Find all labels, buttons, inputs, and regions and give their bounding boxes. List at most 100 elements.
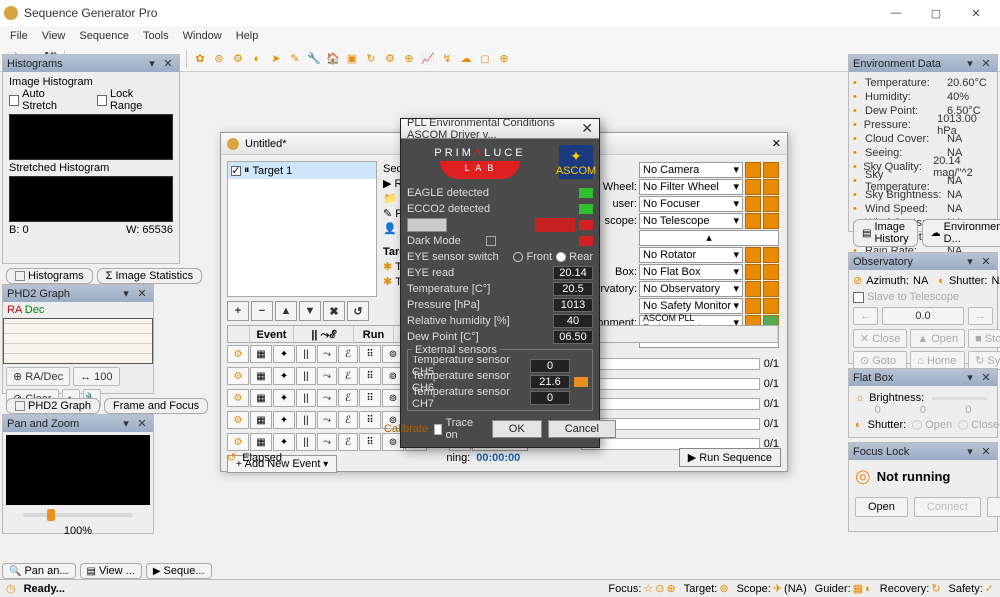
event-tool-button[interactable]: ✦	[273, 367, 295, 385]
wheel-connect-button[interactable]	[763, 179, 779, 195]
panel-pin-icon[interactable]: ▾	[963, 371, 977, 385]
toolbar-icon[interactable]: ➤	[267, 50, 285, 68]
event-tool-button[interactable]: ▦	[250, 345, 272, 363]
tab-frame-focus[interactable]: Frame and Focus	[104, 398, 208, 414]
panel-close-icon[interactable]: ✕	[979, 57, 993, 71]
event-gear-icon[interactable]: ⚙	[227, 411, 249, 429]
wheel-settings-button[interactable]	[745, 179, 761, 195]
toolbar-icon[interactable]: ☁	[457, 50, 475, 68]
trace-checkbox[interactable]: Trace on	[434, 417, 476, 441]
maximize-button[interactable]: ▢	[916, 1, 956, 25]
panel-close-icon[interactable]: ✕	[135, 417, 149, 431]
panel-close-icon[interactable]: ✕	[135, 287, 149, 301]
menu-help[interactable]: Help	[236, 26, 259, 46]
focus-open-button[interactable]: Open	[855, 497, 908, 517]
safety-select[interactable]: No Safety Monitor▾	[639, 298, 743, 314]
brightness-slider[interactable]	[932, 397, 987, 400]
toolbar-icon[interactable]: ✿	[191, 50, 209, 68]
camera-connect-button[interactable]	[763, 162, 779, 178]
target-row[interactable]: ✓⏸Target 1	[228, 162, 376, 179]
observatory-select[interactable]: No Observatory▾	[639, 281, 743, 297]
flatbox-select[interactable]: No Flat Box▾	[639, 264, 743, 280]
panel-close-icon[interactable]: ✕	[979, 445, 993, 459]
panel-pin-icon[interactable]: ▾	[119, 287, 133, 301]
delete-target-button[interactable]: ✖	[323, 301, 345, 321]
panel-pin-icon[interactable]: ▾	[963, 255, 977, 269]
panel-pin-icon[interactable]: ▾	[119, 417, 133, 431]
obs-stop-button[interactable]: ■ Stop	[968, 329, 1000, 348]
tab-seque[interactable]: ▶ Seque...	[146, 563, 212, 579]
event-tool-button[interactable]: ✦	[273, 411, 295, 429]
toolbar-icon[interactable]: ⊕	[495, 50, 513, 68]
calibrate-button[interactable]: Calibrate	[384, 423, 428, 435]
panel-pin-icon[interactable]: ▾	[963, 57, 977, 71]
panel-pin-icon[interactable]: ▾	[145, 57, 159, 71]
toolbar-icon[interactable]: 📈	[419, 50, 437, 68]
menu-sequence[interactable]: Sequence	[79, 26, 129, 46]
lock-range-checkbox[interactable]: Lock Range	[97, 88, 163, 112]
slave-checkbox[interactable]: Slave to Telescope	[853, 291, 959, 303]
seq-expand-button[interactable]: ▴	[639, 230, 779, 246]
flatbox-settings-button[interactable]	[745, 264, 761, 280]
focuser-select[interactable]: No Focuser▾	[639, 196, 743, 212]
dark-mode-checkbox[interactable]	[486, 236, 496, 246]
toolbar-icon[interactable]: ⊕	[400, 50, 418, 68]
ok-button[interactable]: OK	[492, 420, 542, 438]
reset-icon[interactable]: ↺	[227, 451, 236, 464]
scope-connect-button[interactable]	[763, 213, 779, 229]
run-sequence-button[interactable]: ▶ Run Sequence	[679, 448, 781, 467]
panel-pin-icon[interactable]: ▾	[963, 445, 977, 459]
tab-pan[interactable]: 🔍 Pan an...	[2, 563, 76, 579]
flatbox-connect-button[interactable]	[763, 264, 779, 280]
rotator-settings-button[interactable]	[745, 247, 761, 263]
event-tool-button[interactable]: ▦	[250, 411, 272, 429]
down-target-button[interactable]: ▼	[299, 301, 321, 321]
reset-target-button[interactable]: ↺	[347, 301, 369, 321]
tab-environment[interactable]: ☁ Environment D...	[922, 219, 1000, 247]
menu-tools[interactable]: Tools	[143, 26, 169, 46]
panel-close-icon[interactable]: ✕	[979, 371, 993, 385]
focuser-settings-button[interactable]	[745, 196, 761, 212]
focuser-connect-button[interactable]	[763, 196, 779, 212]
rotator-select[interactable]: No Rotator▾	[639, 247, 743, 263]
toolbar-icon[interactable]: ↻	[362, 50, 380, 68]
menu-window[interactable]: Window	[183, 26, 222, 46]
obs-settings-button[interactable]	[745, 281, 761, 297]
toolbar-icon[interactable]: 🏠	[324, 50, 342, 68]
menu-view[interactable]: View	[42, 26, 66, 46]
obs-close-button[interactable]: ✕ Close	[853, 329, 907, 348]
flat-open-radio[interactable]: Open	[912, 419, 952, 431]
event-gear-icon[interactable]: ⚙	[227, 367, 249, 385]
event-gear-icon[interactable]: ⚙	[227, 389, 249, 407]
obs-right-button[interactable]: →	[968, 307, 993, 325]
tab-image-stats[interactable]: ΣImage Statistics	[97, 268, 202, 284]
radec-button[interactable]: ⊕ RA/Dec	[6, 367, 70, 386]
focus-connect-button[interactable]: Connect	[914, 497, 981, 517]
toolbar-icon[interactable]: ⚙	[229, 50, 247, 68]
scope-select[interactable]: No Telescope▾	[639, 213, 743, 229]
target-list[interactable]: ✓⏸Target 1	[227, 161, 377, 297]
dialog-titlebar[interactable]: PLL Environmental Conditions ASCOM Drive…	[401, 119, 599, 139]
up-target-button[interactable]: ▲	[275, 301, 297, 321]
remove-target-button[interactable]: −	[251, 301, 273, 321]
rotator-connect-button[interactable]	[763, 247, 779, 263]
camera-settings-button[interactable]	[745, 162, 761, 178]
safety-connect-button[interactable]	[763, 298, 779, 314]
event-tool-button[interactable]: ▦	[250, 367, 272, 385]
wheel-select[interactable]: No Filter Wheel▾	[639, 179, 743, 195]
tab-phd2[interactable]: PHD2 Graph	[6, 398, 100, 414]
toolbar-icon[interactable]: ▣	[343, 50, 361, 68]
scope-settings-button[interactable]	[745, 213, 761, 229]
flat-closed-radio[interactable]: Closed	[958, 419, 1000, 431]
auto-stretch-checkbox[interactable]: Auto Stretch	[9, 88, 77, 112]
camera-select[interactable]: No Camera▾	[639, 162, 743, 178]
event-gear-icon[interactable]: ⚙	[227, 345, 249, 363]
close-button[interactable]: ✕	[956, 1, 996, 25]
event-tool-button[interactable]: ✦	[273, 389, 295, 407]
obs-deg-input[interactable]: 0.0	[882, 307, 964, 325]
toolbar-icon[interactable]: ✎	[286, 50, 304, 68]
event-tool-button[interactable]: ▦	[250, 389, 272, 407]
scale-button[interactable]: ↔ 100	[73, 367, 119, 386]
tab-histograms[interactable]: Histograms	[6, 268, 93, 284]
front-radio[interactable]: Front	[513, 251, 552, 263]
